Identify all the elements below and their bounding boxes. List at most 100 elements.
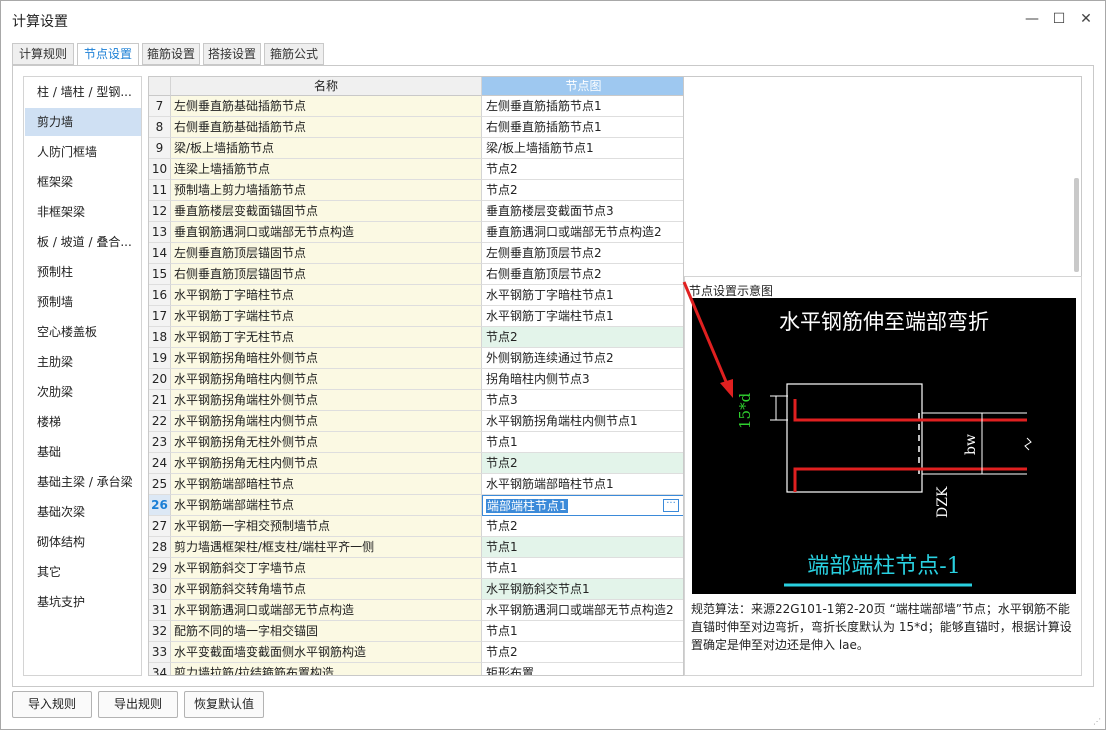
- table-row[interactable]: 17 水平钢筋丁字端柱节点 水平钢筋丁字端柱节点1: [149, 306, 683, 327]
- resize-grip-icon[interactable]: ⋰: [1093, 717, 1103, 727]
- row-number[interactable]: 10: [149, 159, 171, 180]
- table-row[interactable]: 16 水平钢筋丁字暗柱节点 水平钢筋丁字暗柱节点1: [149, 285, 683, 306]
- sidebar-item[interactable]: 预制柱: [25, 258, 141, 286]
- close-icon[interactable]: ✕: [1076, 9, 1096, 29]
- table-row[interactable]: 20 水平钢筋拐角暗柱内侧节点 拐角暗柱内侧节点3: [149, 369, 683, 390]
- node-cell[interactable]: 左侧垂直筋插筋节点1: [482, 96, 683, 117]
- table-row[interactable]: 15 右侧垂直筋顶层锚固节点 右侧垂直筋顶层节点2: [149, 264, 683, 285]
- row-number[interactable]: 26: [149, 495, 171, 516]
- minimize-icon[interactable]: —: [1022, 9, 1042, 29]
- node-cell[interactable]: 节点1: [482, 537, 683, 558]
- table-row[interactable]: 34 剪力墙拉筋/拉结箍筋布置构造 矩形布置: [149, 663, 683, 675]
- node-cell[interactable]: 节点2: [482, 180, 683, 201]
- tab-stirrup-settings[interactable]: 箍筋设置: [142, 43, 200, 65]
- node-cell[interactable]: 水平钢筋斜交节点1: [482, 579, 683, 600]
- sidebar-item[interactable]: 非框架梁: [25, 198, 141, 226]
- name-cell[interactable]: 水平钢筋拐角暗柱内侧节点: [171, 369, 482, 390]
- name-cell[interactable]: 预制墙上剪力墙插筋节点: [171, 180, 482, 201]
- row-number[interactable]: 32: [149, 621, 171, 642]
- row-number[interactable]: 24: [149, 453, 171, 474]
- node-cell[interactable]: 端部端柱节点1 ···: [482, 495, 683, 516]
- table-row[interactable]: 9 梁/板上墙插筋节点 梁/板上墙插筋节点1: [149, 138, 683, 159]
- row-number[interactable]: 16: [149, 285, 171, 306]
- name-cell[interactable]: 水平钢筋端部暗柱节点: [171, 474, 482, 495]
- name-cell[interactable]: 水平变截面墙变截面侧水平钢筋构造: [171, 642, 482, 663]
- name-cell[interactable]: 右侧垂直筋基础插筋节点: [171, 117, 482, 138]
- node-column-header[interactable]: 节点图: [482, 77, 683, 96]
- tab-stirrup-formula[interactable]: 箍筋公式: [264, 43, 324, 65]
- sidebar-item[interactable]: 基础: [25, 438, 141, 466]
- table-row[interactable]: 18 水平钢筋丁字无柱节点 节点2: [149, 327, 683, 348]
- tab-calc-rules[interactable]: 计算规则: [12, 43, 74, 65]
- node-cell[interactable]: 矩形布置: [482, 663, 683, 675]
- node-cell[interactable]: 水平钢筋拐角端柱内侧节点1: [482, 411, 683, 432]
- sidebar-item[interactable]: 基坑支护: [25, 588, 141, 616]
- sidebar-item[interactable]: 预制墙: [25, 288, 141, 316]
- node-cell[interactable]: 节点2: [482, 159, 683, 180]
- table-row[interactable]: 19 水平钢筋拐角暗柱外侧节点 外侧钢筋连续通过节点2: [149, 348, 683, 369]
- maximize-icon[interactable]: ☐: [1049, 9, 1069, 29]
- row-number[interactable]: 12: [149, 201, 171, 222]
- row-number[interactable]: 31: [149, 600, 171, 621]
- vertical-scrollbar[interactable]: [1074, 178, 1079, 272]
- restore-defaults-button[interactable]: 恢复默认值: [184, 691, 264, 718]
- name-cell[interactable]: 连梁上墙插筋节点: [171, 159, 482, 180]
- name-cell[interactable]: 垂直钢筋遇洞口或端部无节点构造: [171, 222, 482, 243]
- node-cell[interactable]: 右侧垂直筋顶层节点2: [482, 264, 683, 285]
- name-cell[interactable]: 水平钢筋拐角端柱外侧节点: [171, 390, 482, 411]
- sidebar-item[interactable]: 其它: [25, 558, 141, 586]
- table-row[interactable]: 26 水平钢筋端部端柱节点 端部端柱节点1 ···: [149, 495, 683, 516]
- row-number[interactable]: 21: [149, 390, 171, 411]
- table-row[interactable]: 29 水平钢筋斜交丁字墙节点 节点1: [149, 558, 683, 579]
- row-number[interactable]: 28: [149, 537, 171, 558]
- table-row[interactable]: 13 垂直钢筋遇洞口或端部无节点构造 垂直筋遇洞口或端部无节点构造2: [149, 222, 683, 243]
- node-cell[interactable]: 节点3: [482, 390, 683, 411]
- table-row[interactable]: 7 左侧垂直筋基础插筋节点 左侧垂直筋插筋节点1: [149, 96, 683, 117]
- table-row[interactable]: 10 连梁上墙插筋节点 节点2: [149, 159, 683, 180]
- sidebar-item[interactable]: 楼梯: [25, 408, 141, 436]
- node-cell[interactable]: 水平钢筋丁字暗柱节点1: [482, 285, 683, 306]
- row-number[interactable]: 30: [149, 579, 171, 600]
- table-row[interactable]: 12 垂直筋楼层变截面锚固节点 垂直筋楼层变截面节点3: [149, 201, 683, 222]
- name-cell[interactable]: 水平钢筋端部端柱节点: [171, 495, 482, 516]
- name-cell[interactable]: 水平钢筋拐角无柱外侧节点: [171, 432, 482, 453]
- row-number[interactable]: 8: [149, 117, 171, 138]
- node-cell[interactable]: 左侧垂直筋顶层节点2: [482, 243, 683, 264]
- node-cell[interactable]: 拐角暗柱内侧节点3: [482, 369, 683, 390]
- table-row[interactable]: 27 水平钢筋一字相交预制墙节点 节点2: [149, 516, 683, 537]
- name-cell[interactable]: 水平钢筋拐角暗柱外侧节点: [171, 348, 482, 369]
- name-cell[interactable]: 水平钢筋遇洞口或端部无节点构造: [171, 600, 482, 621]
- node-cell[interactable]: 水平钢筋丁字端柱节点1: [482, 306, 683, 327]
- name-cell[interactable]: 水平钢筋拐角无柱内侧节点: [171, 453, 482, 474]
- ellipsis-button[interactable]: ···: [663, 499, 679, 512]
- sidebar-item[interactable]: 柱 / 墙柱 / 型钢...: [25, 78, 141, 106]
- sidebar-item[interactable]: 次肋梁: [25, 378, 141, 406]
- name-cell[interactable]: 垂直筋楼层变截面锚固节点: [171, 201, 482, 222]
- row-number[interactable]: 34: [149, 663, 171, 675]
- node-cell[interactable]: 水平钢筋端部暗柱节点1: [482, 474, 683, 495]
- row-number[interactable]: 25: [149, 474, 171, 495]
- name-cell[interactable]: 水平钢筋斜交丁字墙节点: [171, 558, 482, 579]
- node-cell[interactable]: 节点1: [482, 621, 683, 642]
- name-cell[interactable]: 水平钢筋丁字无柱节点: [171, 327, 482, 348]
- name-cell[interactable]: 剪力墙拉筋/拉结箍筋布置构造: [171, 663, 482, 675]
- name-cell[interactable]: 右侧垂直筋顶层锚固节点: [171, 264, 482, 285]
- tab-lap-settings[interactable]: 搭接设置: [203, 43, 261, 65]
- node-cell[interactable]: 右侧垂直筋插筋节点1: [482, 117, 683, 138]
- row-number[interactable]: 9: [149, 138, 171, 159]
- sidebar-item[interactable]: 剪力墙: [25, 108, 141, 136]
- name-cell[interactable]: 左侧垂直筋基础插筋节点: [171, 96, 482, 117]
- node-cell[interactable]: 节点1: [482, 432, 683, 453]
- row-number[interactable]: 11: [149, 180, 171, 201]
- name-cell[interactable]: 水平钢筋丁字暗柱节点: [171, 285, 482, 306]
- node-cell[interactable]: 节点1: [482, 558, 683, 579]
- table-row[interactable]: 31 水平钢筋遇洞口或端部无节点构造 水平钢筋遇洞口或端部无节点构造2: [149, 600, 683, 621]
- row-number[interactable]: 14: [149, 243, 171, 264]
- name-cell[interactable]: 水平钢筋斜交转角墙节点: [171, 579, 482, 600]
- name-cell[interactable]: 水平钢筋一字相交预制墙节点: [171, 516, 482, 537]
- node-cell[interactable]: 节点2: [482, 516, 683, 537]
- sidebar-item[interactable]: 人防门框墙: [25, 138, 141, 166]
- node-cell[interactable]: 垂直筋楼层变截面节点3: [482, 201, 683, 222]
- name-cell[interactable]: 梁/板上墙插筋节点: [171, 138, 482, 159]
- table-row[interactable]: 25 水平钢筋端部暗柱节点 水平钢筋端部暗柱节点1: [149, 474, 683, 495]
